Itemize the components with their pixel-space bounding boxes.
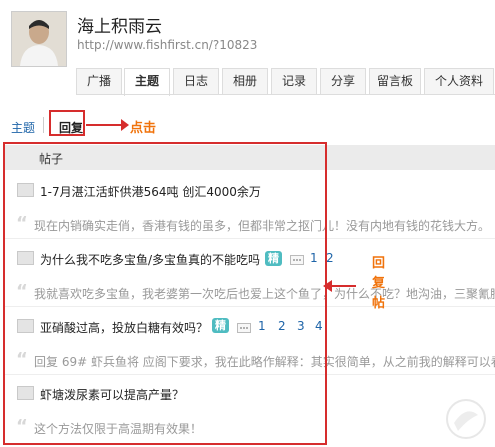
click-arrow-head-icon (121, 119, 129, 131)
replies-annotation-box (3, 142, 327, 445)
tab-broadcast[interactable]: 广播 (76, 68, 122, 94)
avatar[interactable] (11, 11, 67, 67)
tab-profile[interactable]: 个人资料 (424, 68, 494, 94)
tab-blog[interactable]: 日志 (173, 68, 219, 94)
tab-topics[interactable]: 主题 (124, 68, 170, 96)
profile-name[interactable]: 海上积雨云 (77, 12, 162, 37)
tab-share[interactable]: 分享 (320, 68, 366, 94)
profile-nav-tabs: 广播 主题 日志 相册 记录 分享 留言板 个人资料 (76, 68, 495, 96)
watermark-logo-icon (446, 399, 486, 439)
subtab-topics[interactable]: 主题 (11, 119, 35, 136)
subtab-separator (43, 117, 44, 133)
page-link[interactable]: 2 (326, 251, 334, 265)
replies-highlight-box (49, 110, 85, 136)
reply-arrow-line (330, 285, 356, 287)
tab-records[interactable]: 记录 (271, 68, 317, 94)
click-annotation: 点击 (130, 121, 157, 136)
reply-arrow-head-icon (323, 280, 332, 292)
reply-post-annotation: 回复帖 (372, 256, 386, 311)
tab-guestbook[interactable]: 留言板 (369, 68, 421, 94)
tab-album[interactable]: 相册 (222, 68, 268, 94)
click-arrow-line (86, 124, 125, 126)
profile-url[interactable]: http://www.fishfirst.cn/?10823 (77, 38, 257, 52)
nav-divider (76, 94, 495, 95)
